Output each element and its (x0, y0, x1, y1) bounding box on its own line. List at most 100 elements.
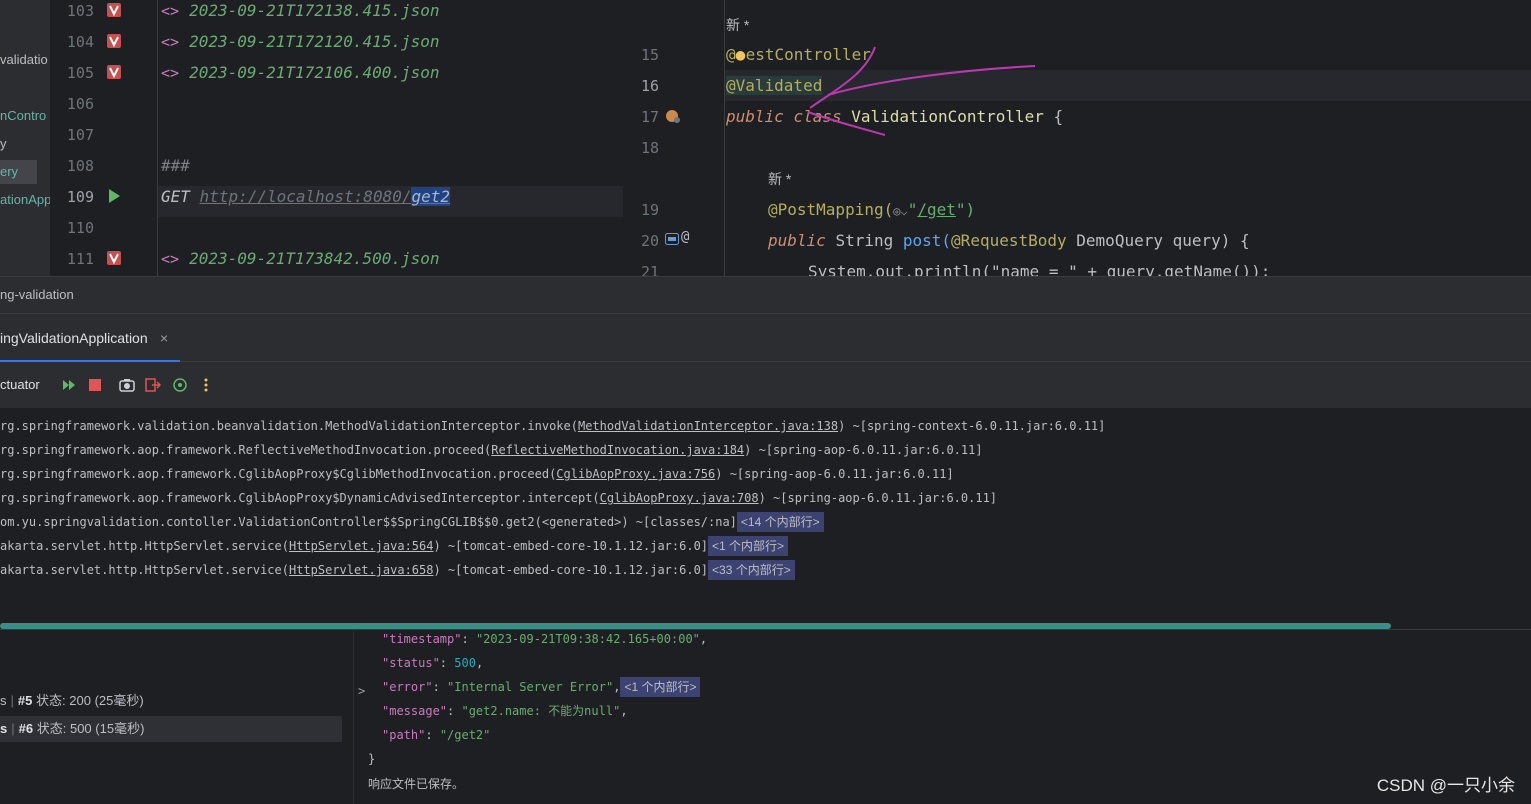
tree-item-label: y (0, 136, 7, 151)
folded-lines[interactable]: <14 个内部行> (736, 512, 824, 532)
breadcrumb-text[interactable]: ng-validation (0, 287, 74, 302)
globe-icon[interactable]: ◎⌵ (893, 204, 907, 218)
code-line[interactable]: public String post(@RequestBody DemoQuer… (726, 230, 1531, 261)
source-link[interactable]: ReflectiveMethodInvocation.java:184 (491, 443, 744, 457)
json-value: "get2.name: 不能为null" (461, 704, 621, 718)
source-link[interactable]: MethodValidationInterceptor.java:138 (578, 419, 838, 433)
request-prefix: s (0, 693, 7, 708)
lightbulb-icon[interactable]: ● (736, 44, 746, 66)
breadcrumb: ng-validation (0, 276, 1531, 314)
response-file-name[interactable]: 2023-09-21T172106.400.json (189, 63, 439, 82)
json-value: "/get2" (439, 728, 491, 742)
close-icon[interactable]: × (160, 314, 168, 362)
request-id: #6 (18, 721, 34, 736)
console-line: rg.springframework.aop.framework.CglibAo… (0, 486, 997, 510)
response-file-line[interactable]: <> 2023-09-21T173842.500.json (158, 248, 623, 276)
line-number: 18 (640, 139, 659, 157)
horizontal-scrollbar[interactable] (0, 622, 1531, 630)
response-file-line[interactable]: <> 2023-09-21T172106.400.json (158, 62, 623, 93)
tree-item[interactable]: nContro (0, 104, 46, 128)
request-line[interactable]: GET http://localhost:8080/get2 (158, 186, 623, 217)
stop-icon[interactable] (87, 377, 103, 393)
code-line[interactable]: @PostMapping(◎⌵"/get") (726, 199, 1531, 230)
folded-lines[interactable]: <33 个内部行> (708, 560, 795, 580)
response-file-icon[interactable] (106, 33, 122, 49)
http-editor[interactable]: <> 2023-09-21T172138.415.json <> 2023-09-2… (157, 0, 623, 276)
mapping-path[interactable]: /get (917, 200, 956, 219)
line-number: 20 (640, 232, 659, 250)
chevron-icon: <> (161, 33, 180, 51)
request-time: (15毫秒) (95, 721, 145, 736)
expand-chevron-icon[interactable]: > (358, 679, 365, 703)
stack-frame: rg.springframework.aop.framework.CglibAo… (0, 491, 600, 505)
keyword: class (793, 107, 842, 126)
saved-message: 响应文件已保存。 (368, 777, 465, 791)
more-options-icon[interactable] (198, 377, 214, 393)
actuator-tab[interactable]: ctuator (0, 362, 40, 408)
codevision-hint[interactable]: 新 * (726, 14, 1531, 45)
endpoint-icon[interactable] (665, 233, 679, 245)
response-file-name[interactable]: 2023-09-21T172138.415.json (189, 1, 439, 20)
response-file-name[interactable]: 2023-09-21T172120.415.json (189, 32, 439, 51)
line-number: 17 (640, 108, 659, 126)
run-tab-label: ingValidationApplication (0, 330, 148, 346)
request-history-item[interactable]: s | #5 状态: 200 (25毫秒) (0, 688, 342, 714)
console-line: rg.springframework.aop.framework.Reflect… (0, 438, 983, 462)
codevision-hint[interactable]: 新 * (726, 168, 1531, 199)
tree-item[interactable]: ationApp (0, 188, 50, 212)
param-name: query) { (1172, 231, 1250, 250)
type-name: String (835, 231, 894, 250)
request-prefix: s (0, 721, 8, 736)
code-line[interactable]: @●estController (726, 44, 1531, 75)
request-history-item-selected[interactable]: s | #6 状态: 500 (15毫秒) (0, 716, 342, 742)
line-number: 103 (66, 2, 94, 20)
code-line[interactable]: @Validated (726, 75, 1531, 106)
line-number: 111 (66, 250, 94, 268)
json-key: "error" (382, 680, 433, 694)
response-file-icon[interactable] (106, 2, 122, 18)
tree-item-label: ery (0, 164, 19, 179)
stack-suffix: ) ~[spring-aop-6.0.11.jar:6.0.11] (758, 491, 998, 505)
stack-frame: rg.springframework.validation.beanvalida… (0, 419, 578, 433)
response-file-icon[interactable] (106, 250, 122, 266)
source-link[interactable]: HttpServlet.java:564 (289, 539, 434, 553)
code-line[interactable]: System.out.println("name = " + query.get… (726, 261, 1531, 276)
request-url[interactable]: http://localhost:8080/get2 (200, 187, 450, 206)
tree-item[interactable]: validatio (0, 48, 48, 72)
separator-line: ### (158, 155, 623, 186)
bean-icon[interactable] (665, 108, 681, 124)
source-link[interactable]: CglibAopProxy.java:756 (556, 467, 715, 481)
response-viewer[interactable]: "timestamp": "2023-09-21T09:38:42.165+00… (356, 631, 1531, 804)
java-editor[interactable]: 新 * @●estController @Validated public cl… (726, 0, 1531, 276)
camera-icon[interactable] (119, 377, 135, 393)
rerun-icon[interactable] (61, 377, 77, 393)
tree-item[interactable]: y (0, 132, 7, 156)
folded-lines[interactable]: <1 个内部行> (620, 677, 701, 697)
console-output[interactable]: rg.springframework.validation.beanvalida… (0, 408, 1531, 622)
response-file-name[interactable]: 2023-09-21T173842.500.json (189, 249, 439, 268)
run-tab[interactable]: ingValidationApplication × (0, 314, 180, 362)
watermark: CSDN @一只小余 (1376, 776, 1515, 795)
tree-item-selected[interactable]: ery (0, 160, 37, 184)
line-number: 16 (640, 77, 659, 95)
response-file-icon[interactable] (106, 64, 122, 80)
exit-icon[interactable] (145, 377, 161, 393)
source-link[interactable]: CglibAopProxy.java:708 (600, 491, 759, 505)
string: ") (955, 200, 976, 219)
stack-frame: rg.springframework.aop.framework.Reflect… (0, 443, 492, 457)
response-file-line[interactable]: <> 2023-09-21T172120.415.json (158, 31, 623, 62)
json-line: } (368, 747, 375, 771)
json-key: "timestamp" (382, 632, 462, 646)
chevron-icon: <> (161, 2, 180, 20)
code-line[interactable]: public class ValidationController { (726, 106, 1531, 137)
source-link[interactable]: HttpServlet.java:658 (289, 563, 434, 577)
at-icon[interactable]: @ (681, 229, 689, 245)
stack-suffix: ) ~[spring-aop-6.0.11.jar:6.0.11] (715, 467, 954, 481)
annotation: @PostMapping( (768, 200, 894, 219)
profiler-icon[interactable] (172, 377, 188, 393)
json-value: "Internal Server Error" (447, 680, 614, 694)
run-request-icon[interactable] (106, 188, 122, 204)
folded-lines[interactable]: <1 个内部行> (708, 536, 789, 556)
annotation: @RequestBody (951, 231, 1067, 250)
response-file-line[interactable]: <> 2023-09-21T172138.415.json (158, 0, 623, 31)
